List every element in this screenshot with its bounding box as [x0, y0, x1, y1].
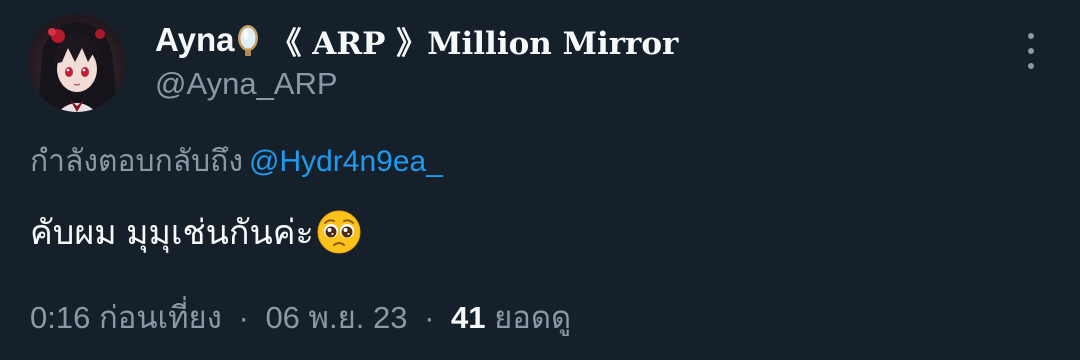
more-options-button[interactable]	[1016, 33, 1046, 69]
tweet-date[interactable]: 06 พ.ย. 23	[265, 300, 407, 335]
avatar-image	[28, 14, 126, 112]
tweet-text: คับผม มุมุเช่นกันค่ะ	[30, 205, 362, 259]
display-name[interactable]: Ayna	[155, 21, 234, 59]
more-dot-icon	[1028, 33, 1034, 39]
display-name-suffix[interactable]: 《 ARP 》Million Mirror	[270, 18, 678, 63]
more-dot-icon	[1028, 63, 1034, 69]
replying-to-label: กำลังตอบกลับถึง	[30, 145, 243, 178]
meta-separator: ·	[238, 300, 249, 335]
pleading-face-icon	[316, 209, 362, 255]
meta-separator: ·	[424, 300, 435, 335]
author-name-row[interactable]: Ayna 《 ARP 》Million Mirror	[155, 18, 678, 62]
avatar[interactable]	[28, 14, 126, 112]
mirror-icon	[236, 23, 260, 57]
replying-to: กำลังตอบกลับถึง @Hydr4n9ea_	[30, 138, 443, 185]
tweet-card: Ayna 《 ARP 》Million Mirror @Ayna_ARP กำล…	[0, 0, 1080, 360]
more-dot-icon	[1028, 48, 1034, 54]
views-count[interactable]: 41	[451, 300, 485, 335]
user-handle[interactable]: @Ayna_ARP	[155, 66, 338, 102]
tweet-body: คับผม มุมุเช่นกันค่ะ	[30, 214, 314, 252]
views-label[interactable]: ยอดดู	[494, 300, 571, 335]
mention-link[interactable]: @Hydr4n9ea_	[249, 145, 443, 178]
tweet-time[interactable]: 0:16 ก่อนเที่ยง	[30, 300, 222, 335]
tweet-metadata: 0:16 ก่อนเที่ยง · 06 พ.ย. 23 · 41 ยอดดู	[30, 292, 571, 342]
